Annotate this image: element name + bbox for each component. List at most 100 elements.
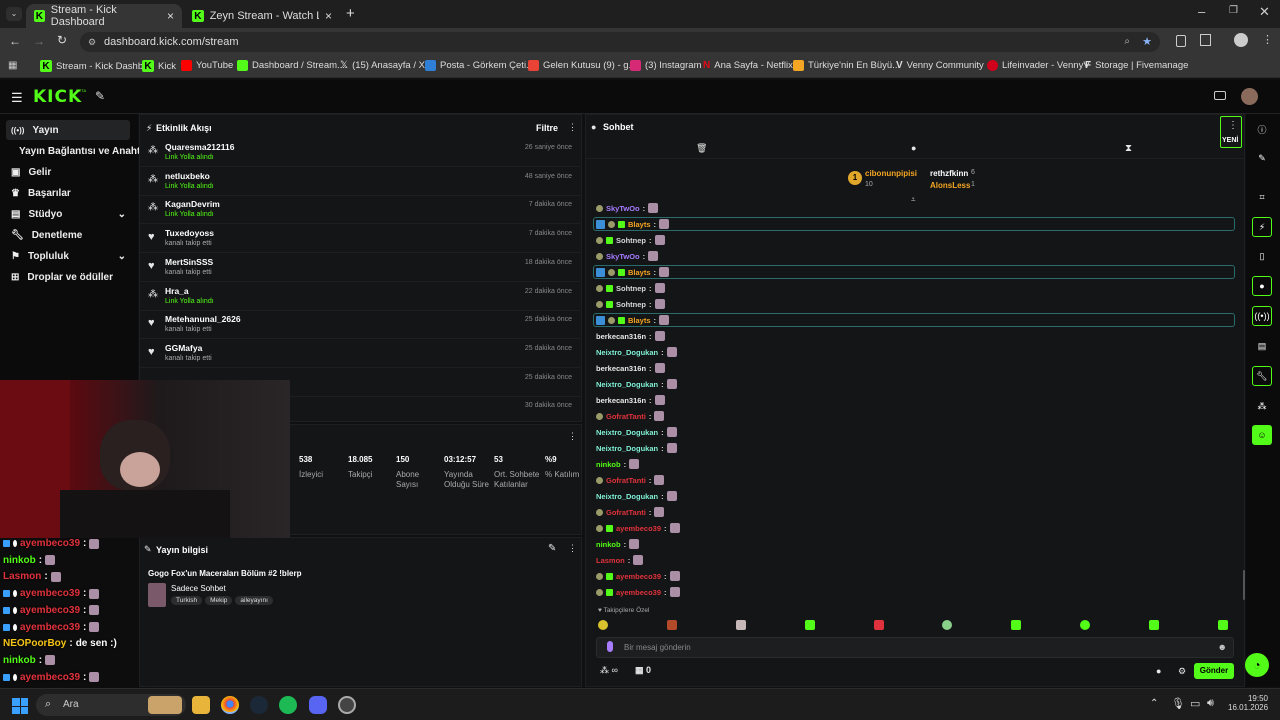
bookmark-item[interactable]: V Venny Community: [896, 60, 984, 71]
bookmark-item[interactable]: F Storage | Fivemanage: [1085, 60, 1188, 71]
chat-message[interactable]: Neixtro_Dogukan:: [596, 441, 677, 455]
event-username[interactable]: Quaresma212116: [165, 142, 234, 152]
info-icon[interactable]: ⓘ: [1252, 119, 1272, 139]
sidebar-item-studyo[interactable]: ▤ Stüdyo ⌄: [6, 204, 130, 224]
discord-icon[interactable]: [309, 696, 327, 714]
lightning-icon[interactable]: ⚡︎: [1252, 217, 1272, 237]
sidebar-item-basarilar[interactable]: ♛ Başarılar: [6, 183, 130, 203]
sidebar-item-droplar[interactable]: ⊞ Droplar ve ödüller: [6, 267, 130, 287]
activity-event-row[interactable]: ⁂ Quaresma212116 Link Yolla alındı 26 saniy…: [140, 139, 580, 167]
activity-event-row[interactable]: ♥ Tuxedoyoss kanalı takip etti 7 dakika önc…: [140, 225, 580, 254]
activity-event-row[interactable]: ⁂ Hra_a Link Yolla alındı 22 dakika önce: [140, 283, 580, 311]
tray-chevron-up-icon[interactable]: ⌃: [1150, 698, 1158, 709]
tab-close-icon[interactable]: ×: [167, 9, 174, 23]
emote-icon[interactable]: [942, 620, 953, 630]
chat-bubble-icon[interactable]: ●: [911, 143, 916, 153]
activity-event-row[interactable]: ⁂ KaganDevrim Link Yolla alındı 7 dakika ön…: [140, 196, 580, 225]
chat-message[interactable]: Neixtro_Dogukan:: [596, 489, 677, 503]
emote-icon[interactable]: [1011, 620, 1022, 630]
chat-message[interactable]: ayembeco39:: [596, 585, 680, 599]
help-chat-icon[interactable]: ◔: [1245, 653, 1269, 677]
event-username[interactable]: MertSinSSS: [165, 257, 213, 267]
settings-gear-icon[interactable]: ⚙: [1178, 666, 1186, 677]
chat-username[interactable]: Sohtnep: [616, 284, 646, 293]
category-name[interactable]: Sadece Sohbet: [171, 584, 226, 593]
chat-bubble-icon[interactable]: ●: [1156, 666, 1161, 676]
sidebar-item-denetleme[interactable]: 🔧︎ Denetleme: [6, 225, 130, 245]
emoji-picker-icon[interactable]: ☻: [1218, 642, 1227, 652]
extension-icon[interactable]: [1176, 35, 1186, 47]
chat-message[interactable]: SkyTwOo:: [596, 201, 659, 215]
site-info-icon[interactable]: ⚙: [88, 32, 96, 52]
chat-scrollbar[interactable]: [1243, 570, 1245, 600]
back-arrow-icon[interactable]: ←: [9, 34, 21, 48]
reload-icon[interactable]: ↻: [57, 33, 67, 47]
bookmark-item[interactable]: 𝕏 (15) Anasayfa / X: [340, 60, 425, 71]
chat-message[interactable]: Neixtro_Dogukan:: [596, 377, 677, 391]
event-username[interactable]: Metehanunal_2626: [165, 314, 241, 324]
close-window-icon[interactable]: ✕: [1259, 4, 1270, 20]
trash-icon[interactable]: 🗑︎: [696, 143, 707, 154]
emote-icon[interactable]: [1217, 620, 1228, 630]
chat-message[interactable]: Sohtnep:: [596, 297, 665, 311]
chat-username[interactable]: Sohtnep: [616, 300, 646, 309]
mic-icon[interactable]: [607, 641, 613, 652]
bookmark-item[interactable]: Posta - Görkem Çeti...: [425, 60, 534, 71]
top-chatter-name[interactable]: cibonunpipisi: [865, 169, 917, 178]
chat-username[interactable]: ninkob: [596, 460, 621, 469]
bookmark-item[interactable]: YouTube: [181, 60, 233, 71]
chat-username[interactable]: Lasmon: [596, 556, 625, 565]
chat-message[interactable]: Sohtnep:: [596, 281, 665, 295]
chat-message[interactable]: ninkob:: [596, 537, 640, 551]
bot-icon[interactable]: ☺: [1252, 425, 1272, 445]
chat-username[interactable]: Blayts: [628, 268, 651, 277]
chat-username[interactable]: berkecan316n: [596, 396, 646, 405]
volume-icon[interactable]: 🔊︎: [1207, 697, 1214, 710]
windows-start-icon[interactable]: [12, 698, 28, 714]
chat-message[interactable]: Blayts:: [596, 313, 670, 327]
chat-username[interactable]: Sohtnep: [616, 236, 646, 245]
browser-menu-icon[interactable]: ⋮: [1262, 33, 1273, 46]
file-explorer-icon[interactable]: [192, 696, 210, 714]
chat-message[interactable]: GofratTanti:: [596, 473, 665, 487]
taskbar-search[interactable]: ⌕ Ara: [36, 694, 186, 716]
bookmark-star-icon[interactable]: ★: [1142, 32, 1152, 52]
chat-username[interactable]: GofratTanti: [606, 476, 646, 485]
document-icon[interactable]: ▯: [1252, 246, 1272, 266]
chat-message[interactable]: SkyTwOo:: [596, 249, 659, 263]
wrench-icon[interactable]: 🔧︎: [1252, 366, 1272, 386]
network-icon[interactable]: ▭: [1190, 697, 1200, 710]
activity-event-row[interactable]: ♥ GGMafya kanalı takip etti 25 dakika önce: [140, 340, 580, 368]
chat-username[interactable]: Neixtro_Dogukan: [596, 348, 658, 357]
microphone-icon[interactable]: 🎙︎: [1171, 697, 1185, 710]
wallet-icon[interactable]: [1214, 91, 1226, 100]
chat-message[interactable]: Blayts:: [596, 217, 670, 231]
chat-message[interactable]: ninkob:: [596, 457, 640, 471]
chat-username[interactable]: Blayts: [628, 316, 651, 325]
tab-search-icon[interactable]: ⌄: [6, 7, 22, 21]
chat-message[interactable]: ayembeco39:: [596, 569, 680, 583]
chat-username[interactable]: Neixtro_Dogukan: [596, 444, 658, 453]
puzzle-icon[interactable]: [1200, 34, 1211, 46]
chat-message[interactable]: Neixtro_Dogukan:: [596, 345, 677, 359]
broadcast-icon[interactable]: ((•)): [1252, 306, 1272, 326]
send-button[interactable]: Gönder: [1194, 663, 1234, 679]
taskbar-clock[interactable]: 19:50 16.01.2026: [1228, 694, 1268, 712]
event-username[interactable]: netluxbeko: [165, 171, 210, 181]
event-username[interactable]: KaganDevrim: [165, 199, 220, 209]
sidebar-item-stream-key[interactable]: Yayın Bağlantısı ve Anahtarı: [14, 141, 153, 161]
bookmark-item[interactable]: K Kick: [142, 60, 176, 72]
sidebar-item-gelir[interactable]: ▣ Gelir: [6, 162, 130, 182]
chat-username[interactable]: ninkob: [596, 540, 621, 549]
profile-avatar-icon[interactable]: [1234, 33, 1248, 47]
edit-icon[interactable]: ✎: [548, 543, 556, 554]
chat-message[interactable]: ayembeco39:: [596, 521, 680, 535]
more-options-icon[interactable]: ⋮: [568, 431, 577, 442]
chat-username[interactable]: GofratTanti: [606, 412, 646, 421]
url-input[interactable]: ⚙ dashboard.kick.com/stream ⌕ ★: [80, 32, 1160, 52]
chat-message[interactable]: GofratTanti:: [596, 409, 665, 423]
emote-icon[interactable]: [598, 620, 608, 630]
chat-message[interactable]: Lasmon:: [596, 553, 644, 567]
emote-icon[interactable]: [873, 620, 884, 630]
infinity-points[interactable]: ⁂ ∞: [600, 665, 618, 676]
